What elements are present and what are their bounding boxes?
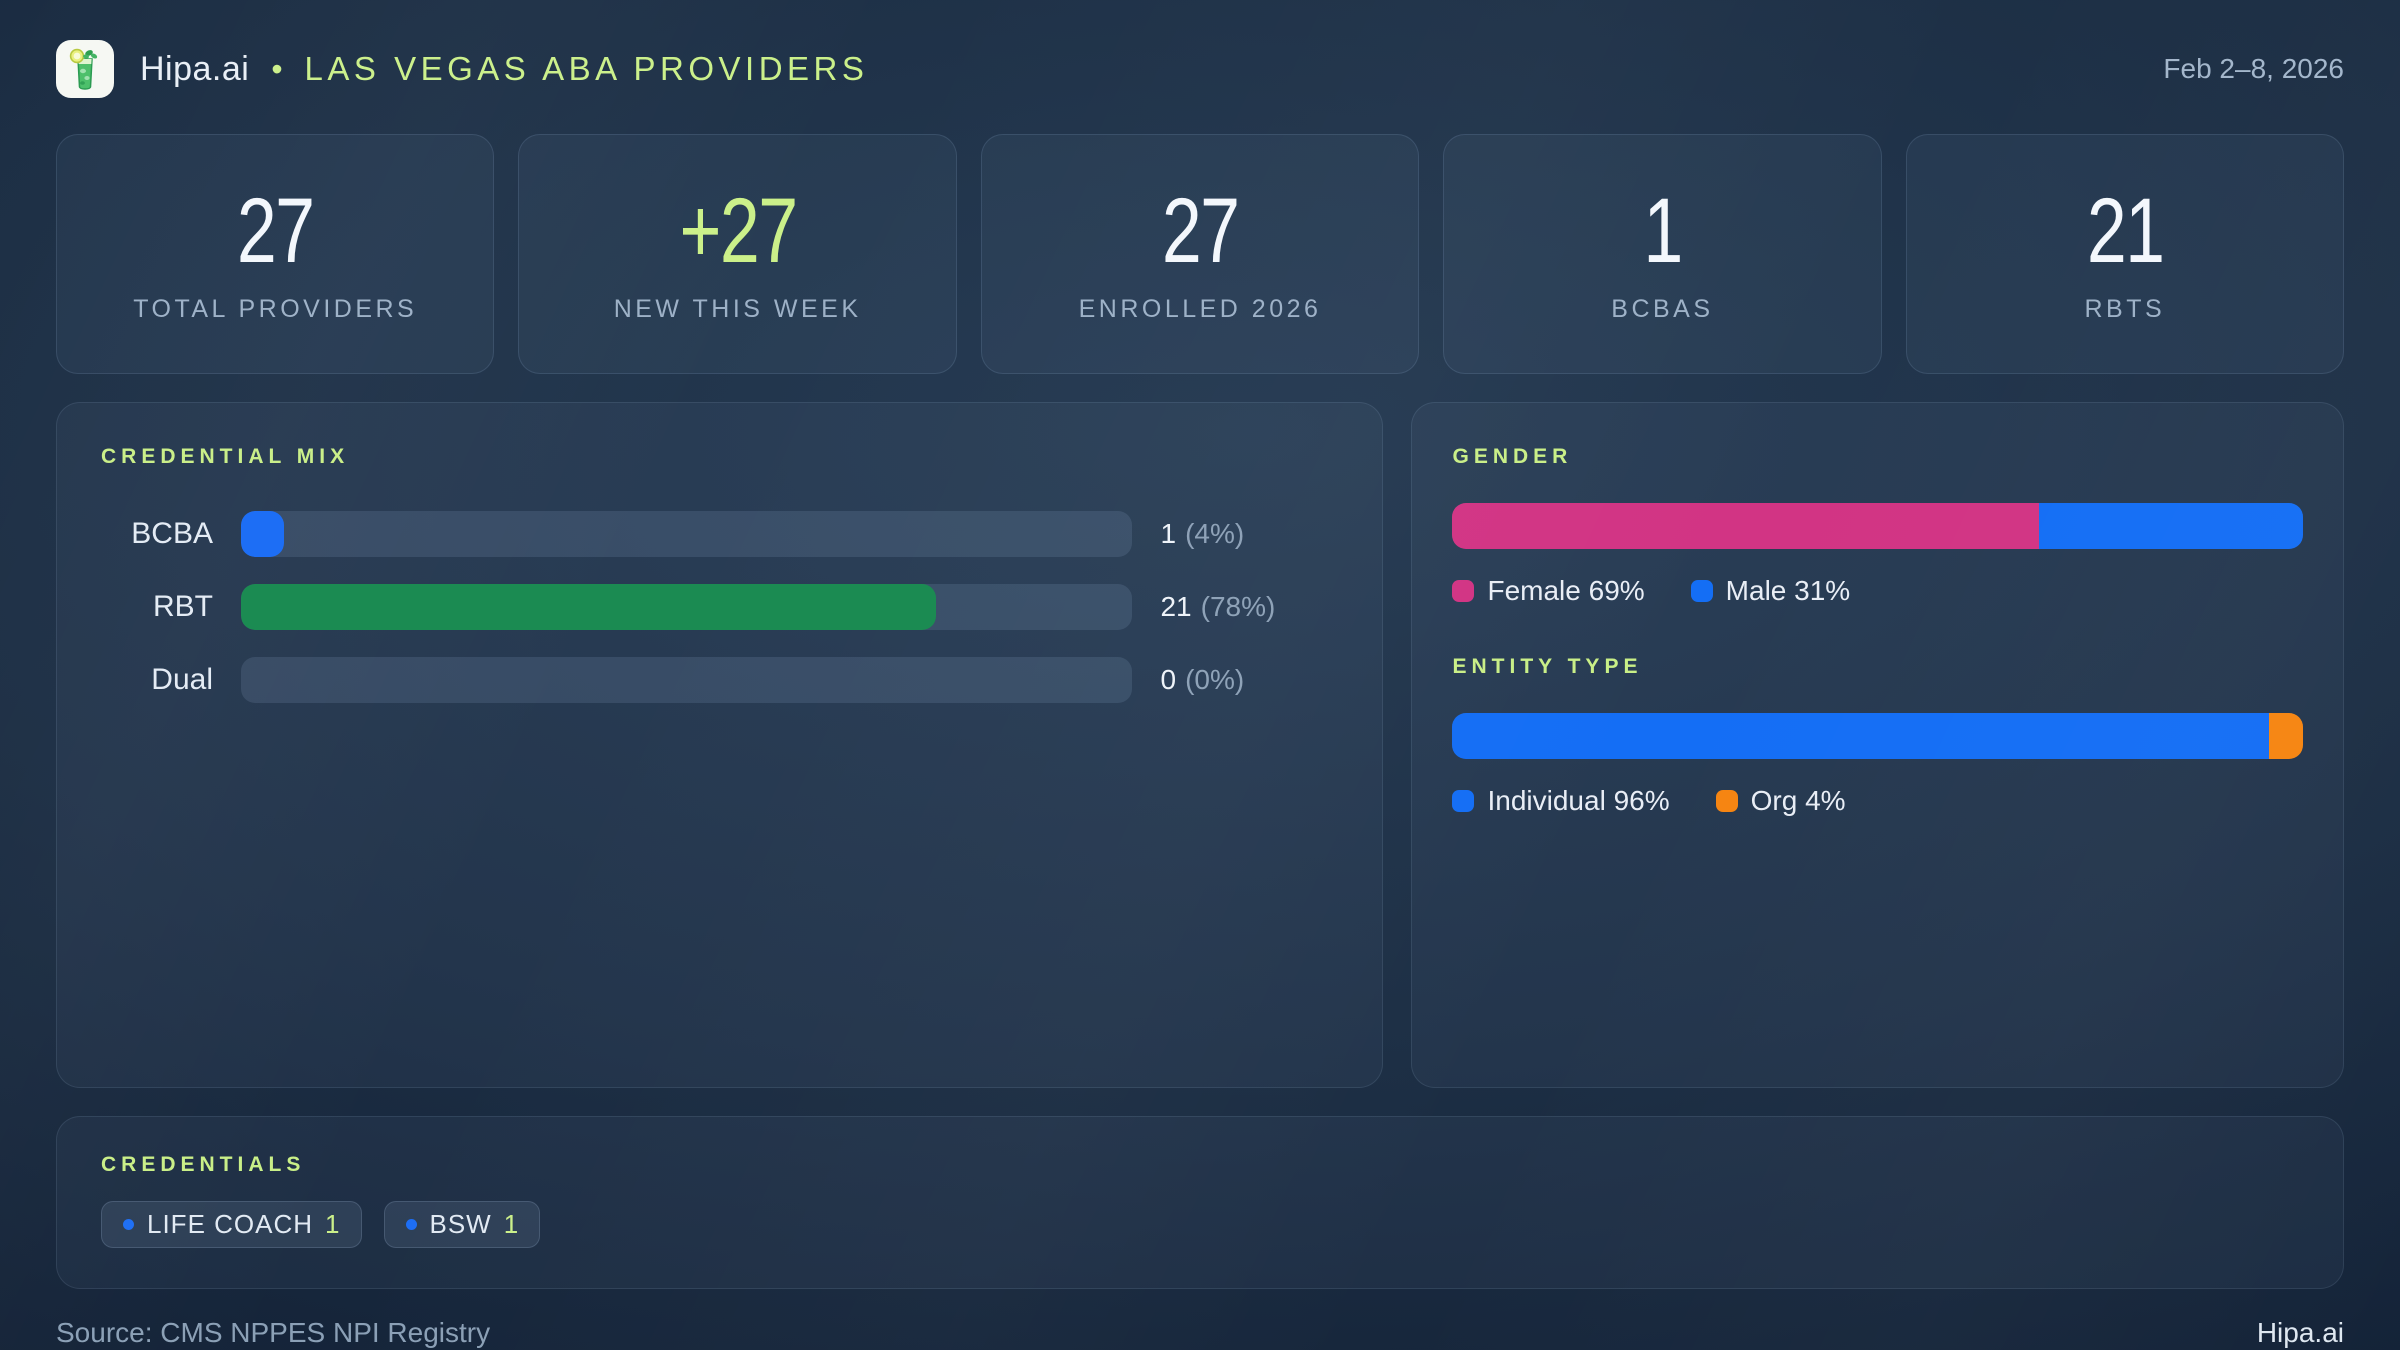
separator-dot: •: [271, 50, 283, 87]
individual-swatch-icon: [1452, 790, 1475, 812]
date-range: Feb 2–8, 2026: [2163, 53, 2344, 84]
entity-type-title: ENTITY TYPE: [1452, 655, 1643, 678]
stat-value: 27: [1161, 179, 1240, 282]
brand-name: Hipa.ai: [140, 49, 250, 88]
legend-label: Individual 96%: [1487, 785, 1670, 816]
header: Hipa.ai • LAS VEGAS ABA PROVIDERS Feb 2–…: [0, 0, 2400, 98]
stat-label: ENROLLED 2026: [1078, 294, 1322, 323]
chip-life-coach: LIFE COACH 1: [101, 1201, 362, 1248]
chip-dot-icon: [123, 1219, 134, 1230]
org-swatch-icon: [1715, 790, 1738, 812]
credential-mix-panel: CREDENTIAL MIX BCBA 1 (4%) RBT 21 (78%) …: [56, 402, 1384, 1088]
bar-label: Dual: [151, 663, 213, 696]
entity-segment-individual: [1452, 713, 2269, 759]
bar-track: [241, 511, 1133, 557]
entity-type-legend: Individual 96% Org 4%: [1452, 785, 2303, 817]
bar-percent: (4%): [1185, 518, 1245, 549]
stat-value: 21: [2086, 179, 2164, 282]
stat-value: 27: [236, 179, 315, 282]
gender-segment-female: [1452, 503, 2040, 549]
female-swatch-icon: [1452, 580, 1475, 602]
male-swatch-icon: [1690, 580, 1713, 602]
bar-count: 0: [1160, 664, 1177, 695]
bar-percent: (0%): [1185, 664, 1245, 695]
stat-card-enrolled-2026: 27 ENROLLED 2026: [980, 134, 1420, 374]
legend-label: Org 4%: [1750, 785, 1846, 816]
bar-label: RBT: [153, 590, 213, 623]
legend-label: Female 69%: [1487, 575, 1645, 606]
stat-card-total-providers: 27 TOTAL PROVIDERS: [56, 134, 495, 374]
bar-row-rbt: RBT 21 (78%): [101, 584, 1338, 630]
bar-label: BCBA: [131, 517, 213, 550]
stat-label: RBTS: [2084, 294, 2166, 323]
bar-value: 0 (0%): [1160, 664, 1338, 696]
credential-mix-chart: BCBA 1 (4%) RBT 21 (78%) Dual 0 (0%): [101, 511, 1338, 703]
bar-fill-rbt: [241, 584, 937, 630]
legend-item-org: Org 4%: [1715, 785, 1846, 817]
stat-card-bcbas: 1 BCBAS: [1443, 134, 1882, 374]
bar-value: 21 (78%): [1160, 591, 1338, 623]
bar-row-bcba: BCBA 1 (4%): [101, 511, 1338, 557]
legend-item-individual: Individual 96%: [1452, 785, 1670, 817]
credentials-chips: LIFE COACH 1 BSW 1: [101, 1201, 2299, 1248]
gender-stacked-bar: [1452, 503, 2303, 549]
credentials-title: CREDENTIALS: [101, 1153, 306, 1176]
chip-count: 1: [503, 1209, 519, 1239]
bar-row-dual: Dual 0 (0%): [101, 657, 1338, 703]
stats-row: 27 TOTAL PROVIDERS +27 NEW THIS WEEK 27 …: [56, 134, 2345, 374]
stat-card-new-this-week: +27 NEW THIS WEEK: [518, 134, 957, 374]
bar-fill-bcba: [241, 511, 284, 557]
footer-source: Source: CMS NPPES NPI Registry: [56, 1317, 491, 1348]
bar-count: 1: [1160, 518, 1177, 549]
chip-dot-icon: [405, 1219, 417, 1230]
credential-mix-title: CREDENTIAL MIX: [101, 445, 350, 468]
footer: Source: CMS NPPES NPI Registry Hipa.ai: [56, 1317, 2344, 1349]
gender-legend: Female 69% Male 31%: [1452, 575, 2303, 607]
legend-label: Male 31%: [1725, 575, 1851, 606]
bar-track: [241, 657, 1133, 703]
legend-item-female: Female 69%: [1452, 575, 1645, 607]
bar-percent: (78%): [1200, 591, 1276, 622]
chip-label: LIFE COACH: [147, 1209, 314, 1239]
chip-label: BSW: [429, 1209, 492, 1239]
stat-label: NEW THIS WEEK: [613, 294, 862, 323]
entity-type-stacked-bar: [1452, 713, 2303, 759]
stat-label: BCBAS: [1611, 294, 1714, 323]
bar-count: 21: [1160, 591, 1192, 622]
bar-track: [241, 584, 1133, 630]
stat-value: 1: [1643, 179, 1683, 282]
mojito-glyph: [69, 48, 98, 90]
gender-entity-panel: GENDER Female 69% Male 31% ENTITY TYPE I…: [1411, 402, 2344, 1088]
footer-brand: Hipa.ai: [2256, 1317, 2344, 1348]
mojito-drink-icon: [56, 40, 114, 98]
entity-segment-org: [2268, 713, 2303, 759]
page-title: LAS VEGAS ABA PROVIDERS: [304, 50, 869, 87]
stat-label: TOTAL PROVIDERS: [133, 294, 418, 323]
stat-card-rbts: 21 RBTS: [1905, 134, 2345, 374]
legend-item-male: Male 31%: [1690, 575, 1851, 607]
chip-bsw: BSW 1: [383, 1201, 541, 1248]
chip-count: 1: [325, 1209, 340, 1239]
credentials-panel: CREDENTIALS LIFE COACH 1 BSW 1: [56, 1116, 2344, 1289]
gender-segment-male: [2039, 503, 2303, 549]
bar-value: 1 (4%): [1160, 518, 1338, 550]
stat-value: +27: [679, 179, 798, 282]
gender-title: GENDER: [1452, 445, 1573, 468]
main-row: CREDENTIAL MIX BCBA 1 (4%) RBT 21 (78%) …: [56, 402, 2344, 1088]
